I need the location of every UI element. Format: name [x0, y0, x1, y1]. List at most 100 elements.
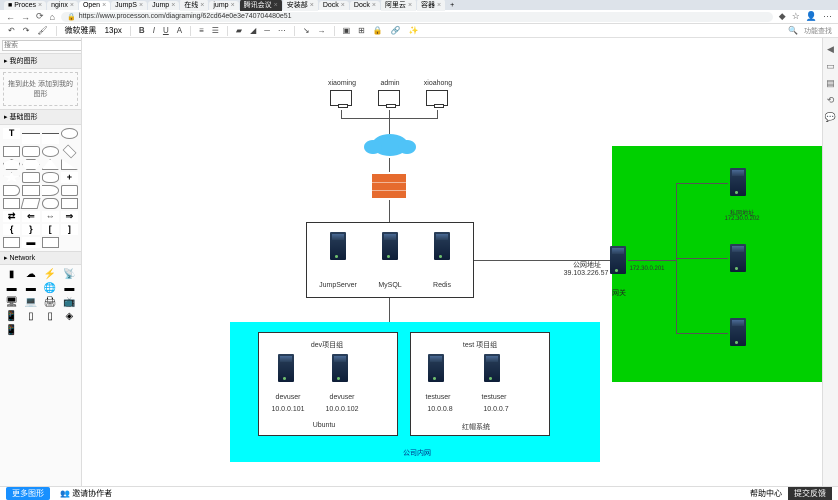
pc-icon[interactable]: 🖥	[3, 296, 20, 308]
tab[interactable]: Jump×	[148, 1, 179, 10]
underline-button[interactable]: U	[161, 26, 171, 35]
plus-shape[interactable]: +	[61, 172, 78, 183]
search-icon[interactable]: 🔍	[786, 26, 800, 35]
hub-icon[interactable]: ▬	[61, 282, 78, 294]
reload-icon[interactable]: ⟳	[36, 11, 44, 22]
drag-target[interactable]: 拖到此处 添加到我的图形	[3, 72, 78, 106]
tab[interactable]: 安装部×	[283, 0, 318, 11]
cloud-icon[interactable]: ☁	[22, 268, 39, 280]
back-icon[interactable]: ←	[6, 12, 15, 22]
more-button[interactable]: ⋯	[276, 26, 288, 35]
text-color-button[interactable]: A	[175, 26, 184, 35]
arrow-shape[interactable]: ⇐	[22, 211, 39, 222]
server-icon[interactable]	[730, 244, 746, 272]
shape[interactable]	[3, 185, 20, 196]
tab[interactable]: Dock×	[350, 1, 380, 10]
server-icon[interactable]	[278, 354, 294, 382]
section-my-shapes[interactable]: ▸ 我的图形	[0, 53, 81, 69]
bracket-shape[interactable]: [	[42, 224, 59, 235]
group-button[interactable]: ⊞	[356, 26, 367, 35]
align-button[interactable]: ≡	[197, 26, 206, 35]
server-icon[interactable]	[330, 232, 346, 260]
line-shape[interactable]	[22, 133, 39, 144]
size-select[interactable]: 13px	[103, 26, 124, 35]
tab[interactable]: ■Proces×	[4, 1, 46, 10]
server-icon[interactable]	[730, 168, 746, 196]
line-button[interactable]: ─	[262, 26, 272, 35]
server-icon[interactable]	[332, 354, 348, 382]
section-basic-shapes[interactable]: ▸ 基础图形	[0, 109, 81, 125]
layers-icon[interactable]: ▤	[826, 78, 835, 89]
menu-icon[interactable]: ⋯	[823, 11, 832, 22]
lock-button[interactable]: 🔒	[371, 26, 385, 35]
avatar-icon[interactable]: 👤	[806, 11, 817, 22]
tab[interactable]: JumpS×	[111, 1, 147, 10]
close-icon[interactable]: ×	[38, 2, 42, 9]
antenna-icon[interactable]: 📡	[61, 268, 78, 280]
arrow-button[interactable]: →	[316, 26, 328, 35]
diagram-canvas[interactable]: xiaoming admin xioahong JumpServer MySQL…	[82, 38, 822, 500]
circle-shape[interactable]	[61, 128, 78, 139]
fill-button[interactable]: ▰	[234, 26, 244, 35]
router-icon[interactable]: ▬	[22, 282, 39, 294]
shape[interactable]	[3, 198, 20, 209]
tablet-icon[interactable]: ▯	[22, 310, 39, 322]
comment-icon[interactable]: 💬	[825, 112, 836, 123]
arrow-shape[interactable]: ⇄	[3, 211, 20, 222]
bracket-shape[interactable]: {	[3, 224, 20, 235]
db-icon[interactable]: ⚡	[42, 268, 59, 280]
bracket-shape[interactable]: }	[22, 224, 39, 235]
list-button[interactable]: ☰	[210, 26, 221, 35]
line-shape[interactable]	[42, 133, 59, 144]
firewall-icon[interactable]	[372, 174, 406, 198]
private-net-zone[interactable]	[612, 146, 822, 382]
shape[interactable]	[61, 185, 78, 196]
shape[interactable]	[3, 237, 20, 248]
monitor-icon[interactable]	[426, 90, 448, 106]
paint-button[interactable]: 🖌	[35, 26, 49, 35]
monitor-icon[interactable]	[378, 90, 400, 106]
server-icon[interactable]	[434, 232, 450, 260]
shape[interactable]	[61, 198, 78, 209]
arrow-shape[interactable]: ⇔	[42, 211, 59, 222]
monitor-icon[interactable]: 📺	[61, 296, 78, 308]
more-shapes-button[interactable]: 更多图形	[6, 487, 50, 500]
home-icon[interactable]: ⌂	[50, 12, 55, 22]
monitor-icon[interactable]	[330, 90, 352, 106]
shape-search-input[interactable]	[2, 40, 82, 51]
server-icon[interactable]: ▮	[3, 268, 20, 280]
switch-icon[interactable]: ▬	[3, 282, 20, 294]
arrow-shape[interactable]: ⇒	[61, 211, 78, 222]
server-icon[interactable]	[484, 354, 500, 382]
layer-button[interactable]: ▣	[341, 26, 353, 35]
star-shape[interactable]	[3, 172, 20, 183]
feedback-button[interactable]: 提交反馈	[788, 487, 832, 500]
undo-button[interactable]: ↶	[6, 26, 17, 35]
phone-icon[interactable]: 📱	[3, 310, 20, 322]
shape[interactable]	[42, 198, 59, 209]
phone-icon[interactable]: 📱	[3, 324, 20, 336]
shape[interactable]	[22, 185, 39, 196]
shape[interactable]	[42, 185, 59, 196]
bold-button[interactable]: B	[137, 26, 147, 35]
tab[interactable]: jump×	[209, 1, 238, 10]
tab[interactable]: 阿里云×	[381, 0, 416, 11]
star-icon[interactable]: ☆	[792, 11, 800, 22]
connector-button[interactable]: ↘	[301, 26, 312, 35]
chat-shape[interactable]	[22, 172, 39, 183]
font-select[interactable]: 微软雅黑	[63, 25, 99, 36]
shape[interactable]	[42, 237, 59, 248]
shape[interactable]	[21, 198, 41, 209]
triangle-shape[interactable]	[42, 159, 59, 170]
fx-button[interactable]: ✨	[407, 26, 421, 35]
printer-icon[interactable]: 🖨	[42, 296, 59, 308]
tab[interactable]: 腾讯会议×	[240, 0, 282, 11]
ellipse-shape[interactable]	[42, 146, 59, 157]
tab[interactable]: 容器×	[417, 0, 445, 11]
hexagon-shape[interactable]	[22, 159, 39, 170]
tab-active[interactable]: Open×	[79, 1, 110, 10]
section-network[interactable]: ▸ Network	[0, 251, 81, 265]
tablet-icon[interactable]: ▯	[42, 310, 59, 322]
diamond-shape[interactable]	[62, 145, 76, 159]
redo-button[interactable]: ↷	[21, 26, 32, 35]
